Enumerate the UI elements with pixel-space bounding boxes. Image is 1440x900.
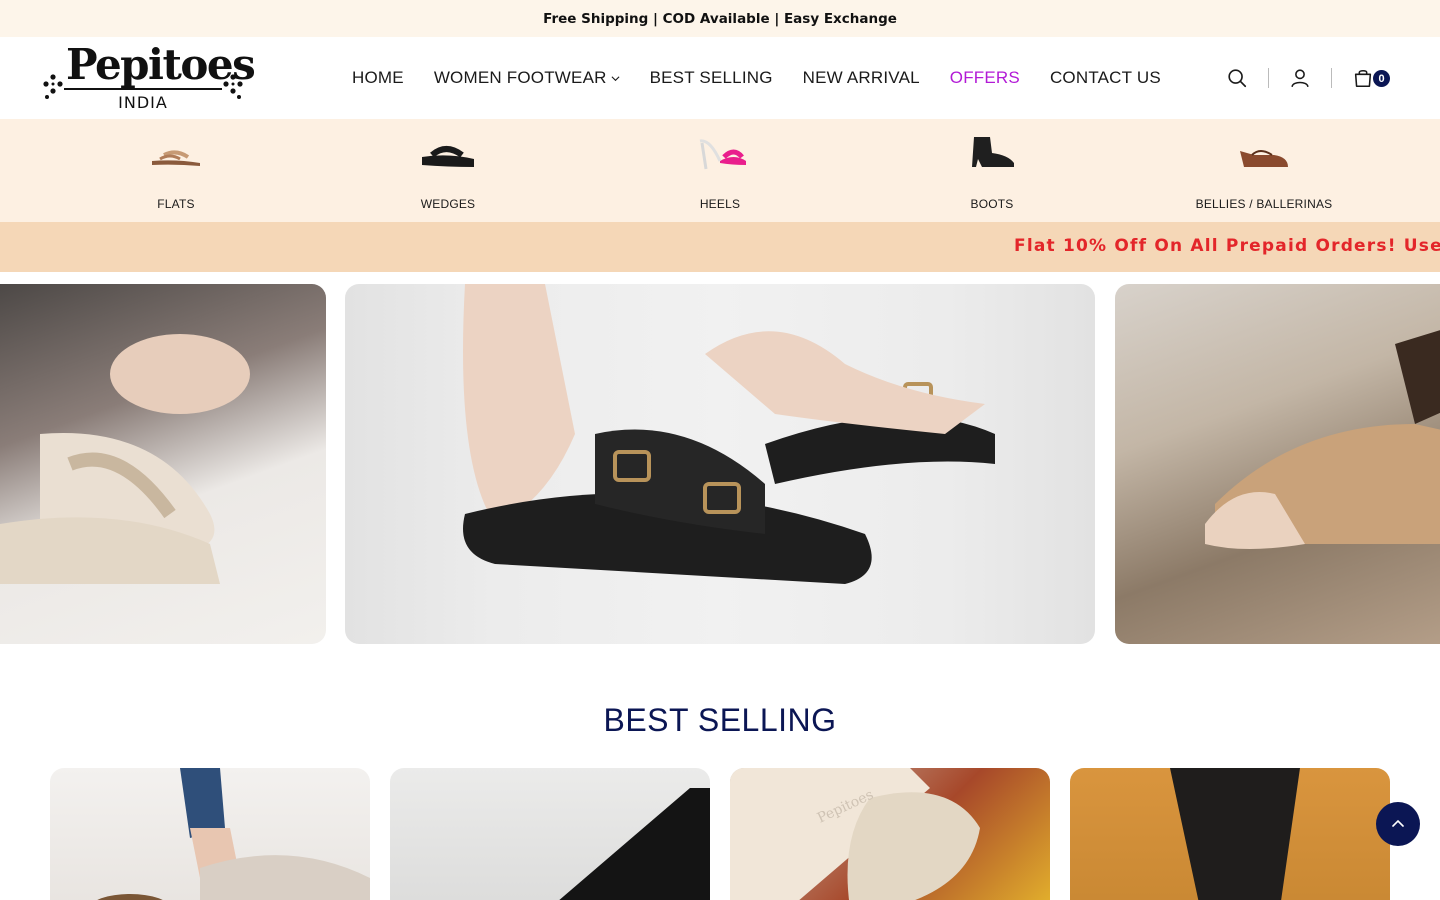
gold-slide-photo <box>1205 330 1440 549</box>
promo-marquee-text: Flat 10% Off On All Prepaid Orders! Use … <box>1014 236 1440 256</box>
promo-marquee: Flat 10% Off On All Prepaid Orders! Use … <box>0 222 1440 272</box>
chevron-down-icon <box>611 75 620 81</box>
product-card[interactable] <box>50 768 370 900</box>
announcement-bar: Free Shipping | COD Available | Easy Exc… <box>0 0 1440 37</box>
category-wedges[interactable]: WEDGES <box>348 133 548 213</box>
nav-new-arrival[interactable]: NEW ARRIVAL <box>803 68 920 88</box>
announcement-text: Free Shipping | COD Available | Easy Exc… <box>543 10 897 27</box>
nav-new-arrival-label: NEW ARRIVAL <box>802 68 920 87</box>
back-to-top-button[interactable] <box>1376 802 1420 846</box>
ankle-boot-icon <box>972 137 1014 167</box>
category-label: BELLIES / BALLERINAS <box>1195 197 1333 211</box>
logo-underline <box>64 88 222 90</box>
nav-contact-us-label: CONTACT US <box>1049 68 1161 87</box>
search-icon[interactable] <box>1226 67 1248 89</box>
product-card[interactable] <box>390 768 710 900</box>
product-card[interactable]: Pepitoes <box>730 768 1050 900</box>
product-image <box>1170 768 1300 900</box>
cart-button[interactable]: 0 <box>1352 67 1390 89</box>
product-image <box>559 788 710 900</box>
category-label: BOOTS <box>970 197 1014 211</box>
header-divider <box>1331 68 1332 88</box>
category-label: FLATS <box>157 197 195 211</box>
category-boots[interactable]: BOOTS <box>892 133 1092 213</box>
nav-women-footwear[interactable]: WOMEN FOOTWEAR <box>434 68 620 88</box>
carousel-slide-next[interactable] <box>1115 284 1440 644</box>
chevron-up-icon <box>1392 819 1404 827</box>
nav-home[interactable]: HOME <box>352 68 404 88</box>
nav-women-footwear-label: WOMEN FOOTWEAR <box>433 68 607 87</box>
user-icon[interactable] <box>1289 67 1311 89</box>
bag-icon <box>1354 70 1372 88</box>
carousel-slide-prev[interactable] <box>0 284 326 644</box>
product-card[interactable] <box>1070 768 1390 900</box>
category-bellies-ballerinas[interactable]: BELLIES / BALLERINAS <box>1164 133 1364 213</box>
site-header: Pepitoes INDIA HOME WOMEN FOOTWEAR BEST … <box>0 37 1440 119</box>
nav-offers-label: OFFERS <box>949 68 1020 87</box>
nav-contact-us[interactable]: CONTACT US <box>1050 68 1161 88</box>
ballerina-icon <box>1240 150 1288 167</box>
category-label: WEDGES <box>420 197 476 211</box>
category-strip: FLATS WEDGES HEELS BOOTS BELLIES / BALLE… <box>0 119 1440 222</box>
nav-offers[interactable]: OFFERS <box>950 68 1020 88</box>
carousel-slide-active[interactable] <box>345 284 1095 644</box>
section-title-best-selling: BEST SELLING <box>603 702 837 738</box>
category-heels[interactable]: HEELS <box>620 133 820 213</box>
brand-logo[interactable]: Pepitoes INDIA <box>42 43 256 113</box>
nav-home-label: HOME <box>352 68 404 87</box>
main-nav: HOME WOMEN FOOTWEAR BEST SELLING NEW ARR… <box>352 37 1191 119</box>
product-image: Pepitoes <box>730 768 980 900</box>
category-label: HEELS <box>699 197 741 211</box>
nav-best-selling[interactable]: BEST SELLING <box>650 68 773 88</box>
header-divider <box>1268 68 1269 88</box>
category-flats[interactable]: FLATS <box>76 133 276 213</box>
product-image <box>97 768 370 900</box>
nav-best-selling-label: BEST SELLING <box>649 68 773 87</box>
flat-sandal-icon <box>152 150 200 166</box>
wedge-sandal-icon <box>422 146 474 167</box>
heel-sandal-icon <box>699 139 746 170</box>
cart-count-badge: 0 <box>1373 70 1390 87</box>
wedge-sandal-photo <box>0 334 250 584</box>
logo-dots-right-icon <box>223 74 243 99</box>
logo-sub-text: INDIA <box>118 93 168 112</box>
black-buckle-slide-photo <box>463 284 995 584</box>
header-actions: 0 <box>1226 37 1390 119</box>
